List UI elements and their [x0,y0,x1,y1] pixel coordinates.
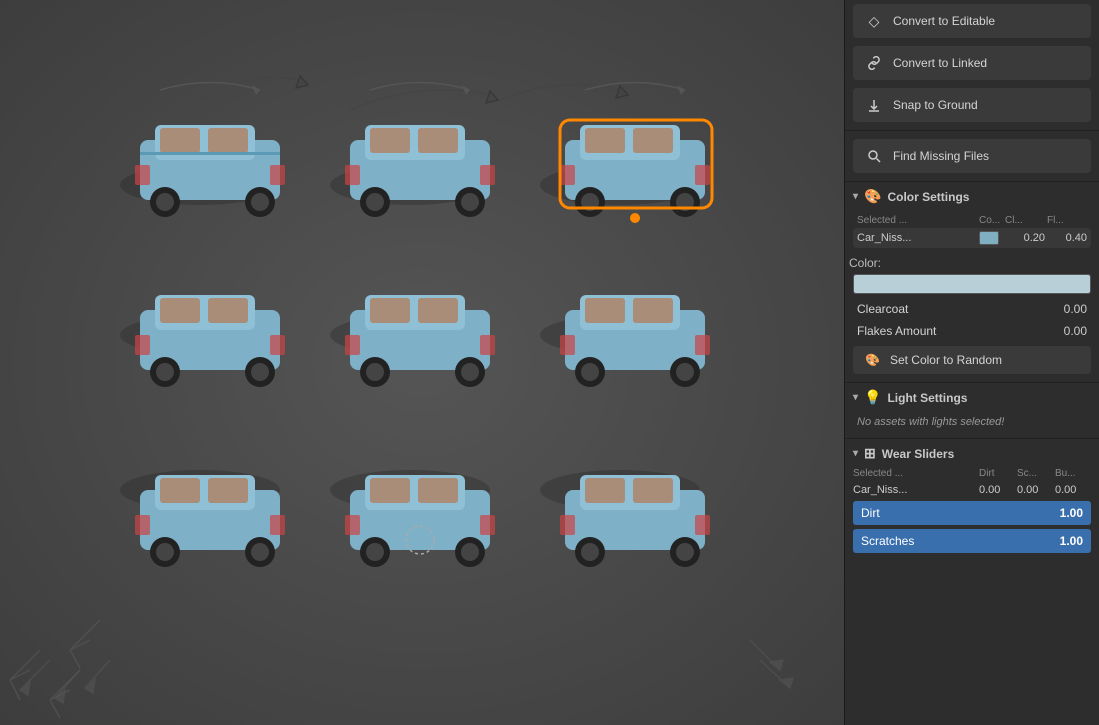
dirt-slider-value: 1.00 [1060,506,1083,520]
color-settings-section: ▾ 🎨 Color Settings [845,181,1099,209]
clearcoat-row: Clearcoat 0.00 [845,298,1099,320]
light-settings-icon: 💡 [864,389,881,406]
convert-linked-button[interactable]: Convert to Linked [853,46,1091,80]
color-settings-chevron[interactable]: ▾ [853,191,858,202]
viewport[interactable] [0,0,844,725]
convert-editable-icon: ◇ [865,12,883,30]
wear-col-sc: Sc... [1017,468,1053,479]
convert-linked-label: Convert to Linked [893,56,987,70]
find-missing-button[interactable]: Find Missing Files [853,139,1091,173]
find-missing-icon [865,147,883,165]
wear-col-bu: Bu... [1055,468,1091,479]
scratches-slider-value: 1.00 [1060,534,1083,548]
car-flakes-val: 0.40 [1047,232,1087,244]
scratches-slider-label: Scratches [861,534,914,548]
light-settings-chevron[interactable]: ▾ [853,392,858,403]
right-panel: ◇ Convert to Editable Convert to Linked … [844,0,1099,725]
color-settings-icon: 🎨 [864,188,881,205]
wear-col-selected: Selected ... [853,468,977,479]
wear-table-row: Car_Niss... 0.00 0.00 0.00 [845,481,1099,499]
color-preview-bar[interactable] [853,274,1091,294]
wear-sliders-label: Wear Sliders [882,447,954,461]
wear-table-header: Selected ... Dirt Sc... Bu... [845,466,1099,481]
dirt-slider-label: Dirt [861,506,880,520]
color-settings-label: Color Settings [887,190,969,204]
wear-sliders-icon: ⊞ [864,445,876,462]
col-cl: Cl... [1005,215,1045,226]
color-table: Selected ... Co... Cl... Fl... Car_Niss.… [853,213,1091,250]
col-selected: Selected ... [857,215,977,226]
col-fl: Fl... [1047,215,1087,226]
lights-message-text: No assets with lights selected! [857,416,1004,428]
convert-editable-label: Convert to Editable [893,14,995,28]
scene-background [0,0,844,725]
color-label-row: Color: [845,254,1099,272]
car-clearcoat-val: 0.20 [1005,232,1045,244]
snap-ground-icon [865,96,883,114]
wear-sliders-section: ▾ ⊞ Wear Sliders [845,438,1099,466]
divider-1 [845,130,1099,131]
flakes-row: Flakes Amount 0.00 [845,320,1099,342]
scratches-slider[interactable]: Scratches 1.00 [853,529,1091,553]
wear-sc-val: 0.00 [1017,484,1053,496]
car-color-swatch[interactable] [979,231,999,245]
clearcoat-value: 0.00 [1064,302,1087,316]
convert-linked-icon [865,54,883,72]
color-table-row[interactable]: Car_Niss... 0.20 0.40 [853,228,1091,248]
find-missing-label: Find Missing Files [893,149,989,163]
snap-ground-label: Snap to Ground [893,98,978,112]
set-color-label: Set Color to Random [890,353,1002,367]
flakes-label: Flakes Amount [857,324,936,338]
flakes-value: 0.00 [1064,324,1087,338]
dirt-slider[interactable]: Dirt 1.00 [853,501,1091,525]
set-color-icon: 🎨 [865,353,880,367]
car-name: Car_Niss... [857,232,977,244]
wear-car-name: Car_Niss... [853,484,977,496]
scene-svg [0,0,844,725]
convert-editable-button[interactable]: ◇ Convert to Editable [853,4,1091,38]
clearcoat-label: Clearcoat [857,302,908,316]
snap-ground-button[interactable]: Snap to Ground [853,88,1091,122]
color-label: Color: [849,256,881,270]
wear-dirt-val: 0.00 [979,484,1015,496]
color-table-header: Selected ... Co... Cl... Fl... [853,213,1091,228]
wear-col-dirt: Dirt [979,468,1015,479]
wear-bu-val: 0.00 [1055,484,1091,496]
set-color-random-button[interactable]: 🎨 Set Color to Random [853,346,1091,374]
col-co: Co... [979,215,1003,226]
lights-message: No assets with lights selected! [845,410,1099,434]
light-settings-section: ▾ 💡 Light Settings [845,382,1099,410]
light-settings-label: Light Settings [887,391,967,405]
wear-sliders-chevron[interactable]: ▾ [853,448,858,459]
